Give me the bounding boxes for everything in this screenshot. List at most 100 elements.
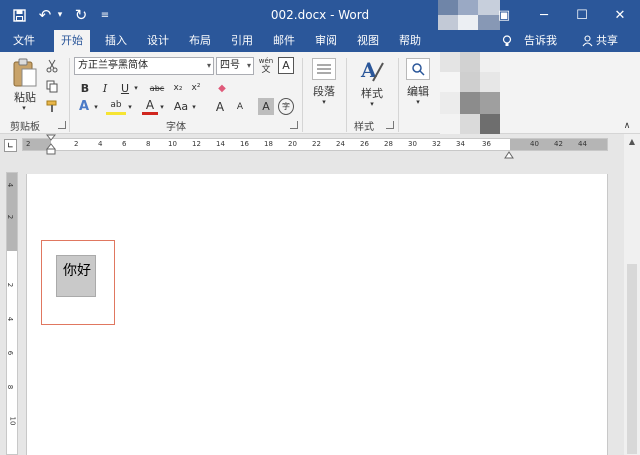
ruler-number: 40 xyxy=(530,140,539,148)
font-color-button[interactable]: A xyxy=(142,98,158,115)
cut-icon[interactable] xyxy=(44,58,60,74)
highlight-button[interactable]: ab xyxy=(106,98,126,115)
paste-icon[interactable] xyxy=(10,56,40,90)
change-case-button[interactable]: Aa xyxy=(172,98,190,115)
styles-icon[interactable]: A xyxy=(358,56,386,84)
share-icon[interactable] xyxy=(582,30,593,52)
text-effects-dropdown-icon[interactable]: ▾ xyxy=(92,98,100,115)
font-size-dropdown-icon: ▾ xyxy=(246,61,251,70)
ruler-number: 30 xyxy=(408,140,417,148)
char-shading-button[interactable]: A xyxy=(258,98,274,115)
tell-me-box[interactable]: 告诉我 xyxy=(524,30,557,52)
ruler-number: 16 xyxy=(240,140,249,148)
clear-formatting-icon[interactable]: ◆ xyxy=(214,80,230,96)
styles-launcher-icon[interactable] xyxy=(386,121,394,129)
vruler-number: 8 xyxy=(6,384,15,390)
editing-button[interactable]: 编辑 xyxy=(402,84,434,98)
restore-button[interactable]: ☐ xyxy=(562,0,602,30)
ribbon-display-glyph: ▣ xyxy=(497,7,511,23)
tab-view[interactable]: 视图 xyxy=(350,30,386,52)
minimize-button[interactable]: ─ xyxy=(524,0,564,30)
font-color-dropdown-icon[interactable]: ▾ xyxy=(158,98,166,115)
highlight-dropdown-icon[interactable]: ▾ xyxy=(126,98,134,115)
strikethrough-button[interactable]: abc xyxy=(147,80,167,96)
tab-help[interactable]: 帮助 xyxy=(392,30,428,52)
font-name-value: 方正兰亭黑简体 xyxy=(78,60,148,71)
undo-dropdown-icon[interactable]: ▾ xyxy=(55,0,65,30)
tab-review[interactable]: 审阅 xyxy=(308,30,344,52)
subscript-button[interactable]: x₂ xyxy=(170,80,186,96)
undo-icon[interactable]: ↶ xyxy=(36,0,54,30)
save-icon[interactable] xyxy=(8,0,30,30)
ruler-number: 34 xyxy=(456,140,465,148)
paste-dropdown-icon[interactable]: ▾ xyxy=(18,104,30,112)
customize-qa-icon[interactable]: ≡ xyxy=(98,0,112,30)
scroll-up-icon[interactable]: ▲ xyxy=(624,134,640,150)
vruler-number: 10 xyxy=(8,416,17,426)
undo-glyph: ↶ xyxy=(38,6,52,24)
tab-layout[interactable]: 布局 xyxy=(182,30,218,52)
ruler-number: 14 xyxy=(216,140,225,148)
vertical-scrollbar[interactable]: ▲ xyxy=(624,134,640,455)
paragraph-button[interactable]: 段落 xyxy=(308,84,340,98)
indent-marker-icon[interactable] xyxy=(45,134,57,156)
collapse-ribbon-icon[interactable]: ∧ xyxy=(620,120,634,132)
vruler-number: 2 xyxy=(6,214,15,220)
text-effects-button[interactable]: A xyxy=(76,98,92,115)
font-size-combo[interactable]: 四号 ▾ xyxy=(216,57,254,75)
enclose-char-button[interactable]: 字 xyxy=(278,98,294,115)
underline-button[interactable]: U xyxy=(118,80,132,96)
group-separator xyxy=(398,58,399,132)
right-indent-marker-icon[interactable] xyxy=(504,144,514,159)
tab-references[interactable]: 引用 xyxy=(224,30,260,52)
underline-dropdown-icon[interactable]: ▾ xyxy=(132,80,140,96)
tab-file[interactable]: 文件 xyxy=(6,30,42,52)
horizontal-ruler-area: ∟ 2 2 4 6 8 10 12 14 16 18 20 22 24 26 2… xyxy=(0,134,640,159)
styles-button[interactable]: 样式 xyxy=(356,86,388,100)
vertical-ruler[interactable]: 4 2 2 4 6 8 10 xyxy=(6,172,18,455)
char-border-button[interactable]: A xyxy=(278,57,294,74)
close-button[interactable]: ✕ xyxy=(600,0,640,30)
paste-button[interactable]: 粘贴 xyxy=(10,90,40,104)
superscript-button[interactable]: x² xyxy=(188,80,204,96)
change-case-dropdown-icon[interactable]: ▾ xyxy=(190,98,198,115)
text-box[interactable]: 你好 xyxy=(41,240,115,325)
tab-selector-icon[interactable]: ∟ xyxy=(4,139,17,152)
ruler-number: 6 xyxy=(122,140,127,148)
ruler-number: 20 xyxy=(288,140,297,148)
bold-button[interactable]: B xyxy=(78,80,92,96)
ribbon-display-options-icon[interactable]: ▣ xyxy=(484,0,524,30)
tab-insert[interactable]: 插入 xyxy=(98,30,134,52)
tab-design[interactable]: 设计 xyxy=(140,30,176,52)
tab-mailings[interactable]: 邮件 xyxy=(266,30,302,52)
copy-icon[interactable] xyxy=(44,78,60,94)
paragraph-dropdown-icon[interactable]: ▾ xyxy=(318,98,330,106)
redo-icon[interactable]: ↻ xyxy=(72,0,90,30)
editing-dropdown-icon[interactable]: ▾ xyxy=(412,98,424,106)
styles-dropdown-icon[interactable]: ▾ xyxy=(366,100,378,108)
phonetic-guide-button[interactable]: wén 文 xyxy=(258,56,274,76)
shaded-text-area[interactable]: 你好 xyxy=(56,255,96,297)
italic-button[interactable]: I xyxy=(98,80,112,96)
ruler-number: 2 xyxy=(26,140,31,148)
horizontal-ruler[interactable]: 2 2 4 6 8 10 12 14 16 18 20 22 24 26 28 … xyxy=(22,138,608,151)
document-title: 002.docx - Word xyxy=(270,8,370,22)
clipboard-launcher-icon[interactable] xyxy=(58,121,66,129)
tell-me-icon[interactable] xyxy=(502,30,512,52)
share-button[interactable]: 共享 xyxy=(596,30,618,52)
format-painter-icon[interactable] xyxy=(44,98,60,114)
title-bar: ↶ ▾ ↻ ≡ 002.docx - Word ▣ ─ ☐ ✕ xyxy=(0,0,640,30)
shrink-font-button[interactable]: A xyxy=(232,98,248,115)
editing-icon[interactable] xyxy=(406,58,430,80)
paragraph-icon[interactable] xyxy=(312,58,336,80)
grow-font-button[interactable]: A xyxy=(212,98,228,115)
font-launcher-icon[interactable] xyxy=(290,121,298,129)
document-page[interactable]: 你好 xyxy=(26,174,608,455)
minimize-icon: ─ xyxy=(540,7,548,23)
scrollbar-thumb[interactable] xyxy=(627,264,637,454)
ruler-number: 24 xyxy=(336,140,345,148)
ruler-number: 42 xyxy=(554,140,563,148)
font-group-label: 字体 xyxy=(166,122,186,133)
font-name-combo[interactable]: 方正兰亭黑简体 ▾ xyxy=(74,57,214,75)
tab-home[interactable]: 开始 xyxy=(54,30,90,52)
